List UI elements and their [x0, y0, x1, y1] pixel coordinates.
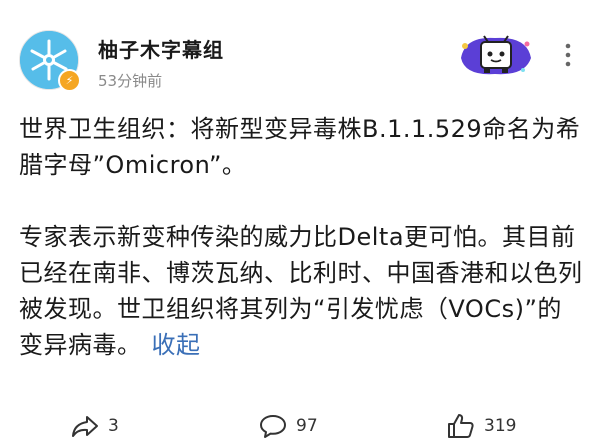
like-button[interactable]: 319: [446, 408, 516, 443]
post-paragraph: 世界卫生组织：将新型变异毒株B.1.1.529命名为希腊字母”Omicron”。: [19, 115, 581, 179]
share-arrow-icon: [72, 415, 98, 437]
post-content: 世界卫生组织：将新型变异毒株B.1.1.529命名为希腊字母”Omicron”。…: [19, 111, 584, 363]
more-vertical-icon[interactable]: [560, 42, 576, 68]
repost-button[interactable]: 3: [70, 408, 119, 443]
post-paragraph: 专家表示新变种传染的威力比Delta更可怕。其目前已经在南非、博茨瓦纳、比利时、…: [19, 219, 584, 363]
like-count: 319: [484, 415, 517, 436]
username[interactable]: 柚子木字幕组: [98, 34, 224, 63]
comment-button[interactable]: 97: [258, 408, 318, 443]
comment-bubble-icon: [260, 414, 286, 438]
collapse-link[interactable]: 收起: [152, 331, 201, 359]
comment-count: 97: [296, 415, 318, 436]
fan-badge-icon[interactable]: [455, 28, 537, 80]
post-paragraph-text: 专家表示新变种传染的威力比Delta更可怕。其目前已经在南非、博茨瓦纳、比利时、…: [19, 223, 583, 359]
action-bar: 3 97 319: [0, 408, 600, 443]
verified-badge-icon: ⚡: [58, 69, 81, 92]
timestamp: 53分钟前: [98, 72, 163, 90]
avatar[interactable]: ⚡: [19, 30, 81, 92]
weibo-post: ⚡ 柚子木字幕组 53分钟前 世界卫生组织：将新型变异毒株B.1.1.529命名…: [0, 0, 600, 443]
thumbs-up-icon: [448, 413, 474, 438]
repost-count: 3: [108, 415, 119, 436]
